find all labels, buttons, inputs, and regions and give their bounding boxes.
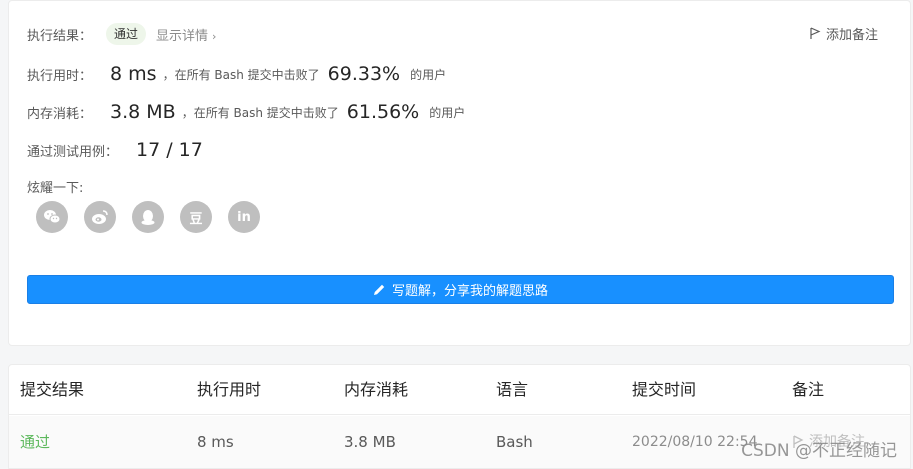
status-row: 执行结果： 通过 显示详情 › (27, 23, 216, 45)
show-details-link[interactable]: 显示详情 › (156, 25, 216, 44)
table-header: 提交结果 执行用时 内存消耗 语言 提交时间 备注 (9, 365, 910, 415)
header-result: 提交结果 (20, 380, 85, 399)
runtime-percent: 69.33% (327, 63, 401, 85)
qq-icon[interactable] (132, 201, 164, 233)
row-add-note-button[interactable]: 添加备注 (792, 416, 865, 468)
header-language: 语言 (496, 380, 529, 399)
testcases-label: 通过测试用例： (27, 144, 119, 160)
memory-beat-text: ，在所有 Bash 提交中击败了 (181, 105, 339, 120)
write-solution-button[interactable]: 写题解，分享我的解题思路 (27, 275, 894, 304)
pencil-icon (373, 284, 385, 295)
memory-label: 内存消耗： (27, 106, 93, 122)
linkedin-glyph: in (237, 209, 251, 225)
memory-row: 内存消耗： 3.8 MB ，在所有 Bash 提交中击败了 61.56% 的用户 (27, 99, 465, 125)
testcases-value: 17 / 17 (136, 139, 203, 161)
share-row: 炫耀一下: (27, 177, 84, 196)
header-submit-time: 提交时间 (632, 380, 697, 399)
row-runtime: 8 ms (197, 433, 234, 451)
weibo-icon[interactable] (84, 201, 116, 233)
runtime-beat-text: ，在所有 Bash 提交中击败了 (162, 67, 320, 82)
share-icons: 豆 in (36, 201, 276, 233)
header-runtime: 执行用时 (197, 380, 262, 399)
row-memory: 3.8 MB (344, 433, 396, 451)
memory-suffix: 的用户 (429, 105, 466, 120)
memory-percent: 61.56% (346, 101, 420, 123)
submission-result-page: 执行结果： 通过 显示详情 › 添加备注 执行用时： 8 ms ，在所有 Bash… (0, 0, 913, 469)
share-label: 炫耀一下: (27, 180, 84, 196)
status-badge: 通过 (106, 23, 147, 45)
show-details-label: 显示详情 (156, 28, 209, 44)
write-solution-label: 写题解，分享我的解题思路 (391, 284, 548, 299)
runtime-label: 执行用时： (27, 68, 93, 84)
result-card: 执行结果： 通过 显示详情 › 添加备注 执行用时： 8 ms ，在所有 Bash… (8, 0, 911, 346)
linkedin-icon[interactable]: in (228, 201, 260, 233)
table-row[interactable]: 通过 8 ms 3.8 MB Bash 2022/08/10 22:54 添加备… (9, 416, 910, 468)
wechat-icon[interactable] (36, 201, 68, 233)
row-result-link[interactable]: 通过 (20, 416, 50, 468)
submissions-table: 提交结果 执行用时 内存消耗 语言 提交时间 备注 通过 8 ms 3.8 MB… (8, 364, 911, 469)
header-note: 备注 (792, 380, 825, 399)
add-note-button[interactable]: 添加备注 (809, 24, 878, 43)
row-language: Bash (496, 433, 533, 451)
testcases-row: 通过测试用例： 17 / 17 (27, 137, 203, 163)
runtime-suffix: 的用户 (410, 67, 447, 82)
douban-icon[interactable]: 豆 (180, 201, 212, 233)
chevron-right-icon: › (212, 29, 217, 43)
status-label: 执行结果： (27, 28, 93, 44)
runtime-row: 执行用时： 8 ms ，在所有 Bash 提交中击败了 69.33% 的用户 (27, 61, 446, 87)
row-add-note-label: 添加备注 (809, 434, 865, 450)
flag-icon (793, 435, 804, 448)
row-submit-time: 2022/08/10 22:54 (632, 434, 758, 450)
memory-value: 3.8 MB (110, 101, 176, 123)
runtime-value: 8 ms (110, 63, 157, 85)
flag-icon (810, 27, 821, 39)
header-memory: 内存消耗 (344, 380, 409, 399)
add-note-label: 添加备注 (825, 28, 878, 43)
douban-glyph: 豆 (189, 211, 203, 227)
